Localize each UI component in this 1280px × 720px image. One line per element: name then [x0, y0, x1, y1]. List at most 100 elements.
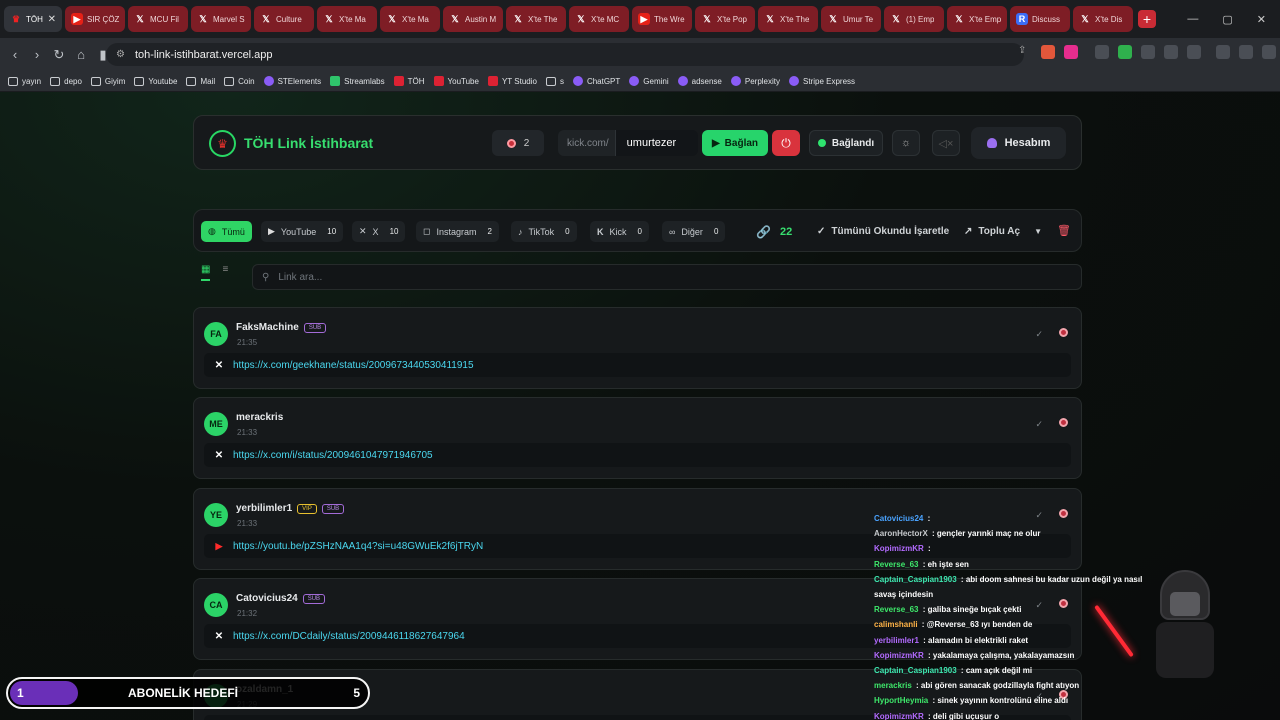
channel-input-group: kick.com/ [558, 130, 698, 156]
theme-toggle-button[interactable]: ☼ [892, 130, 920, 156]
filter-other[interactable]: ∞ Diğer 0 [662, 221, 726, 242]
browser-tab[interactable]: ▶ The Wre [632, 6, 692, 32]
browser-tab[interactable]: 𝕏 Austin M [443, 6, 503, 32]
bookmark-item[interactable]: Perplexity [730, 76, 780, 86]
close-tab-icon[interactable]: ✕ [48, 14, 56, 25]
bookmark-item[interactable]: YT Studio [487, 76, 537, 86]
folder-icon [224, 76, 235, 86]
bookmark-item[interactable]: Streamlabs [330, 76, 385, 86]
avatar: FA [204, 322, 228, 346]
ban-user-icon[interactable] [1059, 418, 1068, 427]
link-url[interactable]: https://x.com/DCdaily/status/20094461186… [233, 631, 465, 642]
link-icon: ∞ [669, 226, 676, 237]
site-settings-icon[interactable]: ⚙ [116, 49, 125, 60]
wallet-icon[interactable] [1262, 45, 1276, 59]
bookmark-item[interactable]: yayın [8, 76, 41, 86]
x-icon: ✕ [214, 630, 224, 642]
trash-icon[interactable]: 🗑 [1057, 224, 1071, 237]
filter-all[interactable]: ◍ Tümü [201, 221, 252, 242]
home-icon[interactable]: ⌂ [70, 47, 92, 62]
url-field[interactable]: ⚙ toh-link-istihbarat.vercel.app [106, 43, 1024, 66]
connect-button[interactable]: ▶ Bağlan [702, 130, 768, 156]
extension-icon[interactable] [1095, 45, 1109, 59]
browser-tab[interactable]: 𝕏 X'te The [506, 6, 566, 32]
forward-icon[interactable]: › [26, 47, 48, 62]
browser-tab[interactable]: 𝕏 X'te Pop [695, 6, 755, 32]
channel-input[interactable] [615, 130, 698, 156]
extension-icon[interactable] [1118, 45, 1132, 59]
tab-label: TÖH [26, 14, 43, 24]
browser-tab[interactable]: 𝕏 (1) Emp [884, 6, 944, 32]
link-card: ME merackris 21:33 ✓ ✕ https://x.com/i/status… [193, 397, 1082, 479]
browser-tab[interactable]: 𝕏 X'te MC [569, 6, 629, 32]
filter-tiktok[interactable]: ♪ TikTok 0 [511, 221, 577, 242]
browser-tab[interactable]: 𝕏 X'te Emp [947, 6, 1007, 32]
extension-icon[interactable]: ⇪ [1018, 45, 1032, 59]
x-icon: 𝕏 [829, 13, 837, 24]
ban-user-icon[interactable] [1059, 328, 1068, 337]
mark-read-icon[interactable]: ✓ [1035, 419, 1043, 430]
sidebar-icon[interactable] [1239, 45, 1253, 59]
tab-strip: ♛ TÖH ✕ ▶ SIR ÇÖZ 𝕏 MCU Fil 𝕏 Marvel S 𝕏 Culture 𝕏 X… [0, 0, 1280, 38]
reload-icon[interactable]: ↻ [48, 47, 70, 63]
bookmark-item[interactable]: Youtube [134, 76, 177, 86]
filter-instagram[interactable]: ◻ Instagram 2 [416, 221, 499, 242]
filter-x[interactable]: ✕ X 10 [352, 221, 406, 242]
search-input[interactable] [278, 271, 579, 283]
browser-tab[interactable]: 𝕏 MCU Fil [128, 6, 188, 32]
rewards-icon[interactable] [1064, 45, 1078, 59]
link-row[interactable]: ✕ https://x.com/i/status/2009461047971946… [204, 443, 1071, 467]
extension-icon[interactable] [1164, 45, 1178, 59]
account-button[interactable]: Hesabım [971, 127, 1066, 159]
mark-all-read-button[interactable]: ✓ Tümünü Okundu İşaretle [817, 221, 949, 242]
bookmark-item[interactable]: Giyim [90, 76, 125, 86]
mute-button[interactable]: ◁× [932, 130, 960, 156]
minimize-icon[interactable]: — [1187, 13, 1198, 25]
bookmark-item[interactable]: adsense [677, 76, 722, 86]
browser-tab[interactable]: ♛ TÖH ✕ [4, 6, 62, 32]
bookmark-item[interactable]: ChatGPT [572, 76, 620, 86]
grid-view-icon[interactable]: ▦ [201, 264, 211, 281]
bookmark-item[interactable]: TÖH [393, 76, 425, 86]
close-window-icon[interactable]: ✕ [1257, 13, 1266, 26]
tab-label: Culture [276, 14, 302, 24]
back-icon[interactable]: ‹ [4, 47, 26, 62]
link-url[interactable]: https://x.com/i/status/20094610479719467… [233, 450, 433, 461]
list-view-icon[interactable]: ≡ [222, 264, 228, 281]
extension-icon[interactable] [1187, 45, 1201, 59]
mark-read-icon[interactable]: ✓ [1035, 329, 1043, 340]
browser-tab[interactable]: 𝕏 X'te Dis [1073, 6, 1133, 32]
chat-separator: : [929, 529, 937, 539]
link-url[interactable]: https://youtu.be/pZSHzNAA1q4?si=u48GWuEk… [233, 541, 483, 552]
music-icon[interactable] [1216, 45, 1230, 59]
bookmark-item[interactable]: Coin [224, 76, 255, 86]
chat-separator: : [925, 514, 931, 523]
browser-tab[interactable]: ▶ SIR ÇÖZ [65, 6, 125, 32]
bookmark-item[interactable]: Stripe Express [789, 76, 855, 86]
bookmark-item[interactable]: YouTube [433, 76, 479, 86]
ban-counter[interactable]: 2 [492, 130, 544, 156]
filter-youtube[interactable]: ▶ YouTube 10 [261, 221, 344, 242]
bookmark-item[interactable]: Gemini [629, 76, 669, 86]
browser-tab[interactable]: R Discuss [1010, 6, 1070, 32]
browser-tab[interactable]: 𝕏 X'te The [758, 6, 818, 32]
bookmark-item[interactable]: s [545, 76, 564, 86]
bookmark-item[interactable]: STElements [263, 76, 321, 86]
browser-tab[interactable]: 𝕏 Culture [254, 6, 314, 32]
bookmark-item[interactable]: Mail [186, 76, 215, 86]
browser-tab[interactable]: 𝕏 X'te Ma [380, 6, 440, 32]
bulk-open-button[interactable]: ↗ Toplu Aç ▼ [964, 221, 1042, 242]
link-row[interactable]: ✕ https://x.com/geekhane/status/200967344… [204, 353, 1071, 377]
browser-tab[interactable]: 𝕏 Umur Te [821, 6, 881, 32]
extension-icon[interactable] [1141, 45, 1155, 59]
maximize-icon[interactable]: ▢ [1222, 13, 1232, 26]
browser-tab[interactable]: 𝕏 Marvel S [191, 6, 251, 32]
filter-kick[interactable]: K Kick 0 [590, 221, 649, 242]
new-tab-button[interactable]: + [1138, 10, 1156, 28]
filter-count: 10 [327, 227, 337, 236]
bookmark-item[interactable]: depo [50, 76, 82, 86]
brave-shield-icon[interactable] [1041, 45, 1055, 59]
disconnect-button[interactable]: ⏻ [772, 130, 800, 156]
browser-tab[interactable]: 𝕏 X'te Ma [317, 6, 377, 32]
link-url[interactable]: https://x.com/geekhane/status/2009673440… [233, 360, 474, 371]
